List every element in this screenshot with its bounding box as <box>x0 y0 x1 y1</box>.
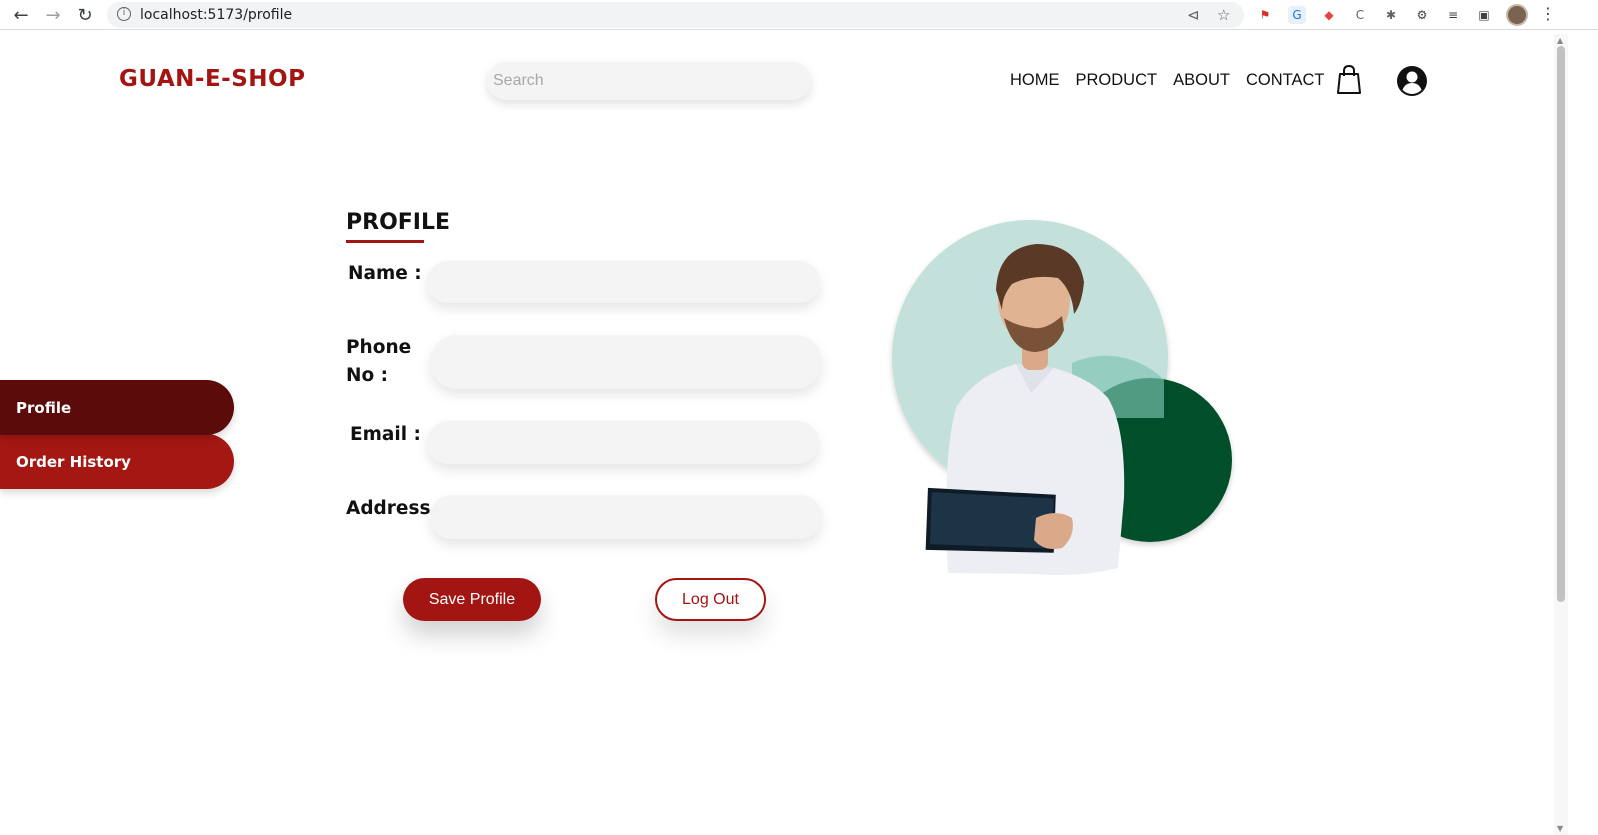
back-icon[interactable]: ← <box>9 3 33 27</box>
extension-bug-icon[interactable]: ✱ <box>1382 6 1400 24</box>
user-account-icon[interactable] <box>1396 65 1428 97</box>
page-scrollbar[interactable]: ▲ ▼ <box>1554 34 1568 835</box>
extension-c-icon[interactable]: C <box>1351 6 1369 24</box>
nav-home[interactable]: HOME <box>1010 71 1060 90</box>
star-icon[interactable]: ☆ <box>1217 6 1230 24</box>
address-label: Address <box>346 498 431 519</box>
address-field[interactable] <box>430 495 822 539</box>
side-panel-icon[interactable]: ▣ <box>1475 6 1493 24</box>
extension-badge-icon[interactable]: ◆ <box>1320 6 1338 24</box>
phone-label-line1: Phone <box>346 337 412 358</box>
nav-contact[interactable]: CONTACT <box>1246 71 1325 90</box>
share-icon[interactable]: ⊲ <box>1187 6 1200 24</box>
profile-illustration <box>892 220 1232 576</box>
page-title: PROFILE <box>346 210 451 235</box>
nav-about[interactable]: ABOUT <box>1173 71 1230 90</box>
extensions-puzzle-icon[interactable]: ⚙ <box>1413 6 1431 24</box>
name-field[interactable] <box>427 261 820 303</box>
main-nav: HOME PRODUCT ABOUT CONTACT <box>1010 71 1324 90</box>
reading-list-icon[interactable]: ≡ <box>1444 6 1462 24</box>
title-underline <box>346 240 424 243</box>
browser-toolbar: ← → ↻ i localhost:5173/profile ⊲ ☆ ⚑ G ◆… <box>0 0 1598 30</box>
shopping-bag-icon[interactable] <box>1336 65 1362 95</box>
search-input[interactable] <box>487 62 811 100</box>
forward-icon[interactable]: → <box>41 3 65 27</box>
sidebar-item-profile[interactable]: Profile <box>0 380 234 435</box>
phone-label: Phone No : <box>346 334 411 390</box>
extension-g-icon[interactable]: G <box>1288 6 1306 24</box>
sidebar-item-order-history[interactable]: Order History <box>0 434 234 489</box>
extension-megaphone-icon[interactable]: ⚑ <box>1256 6 1274 24</box>
scroll-down-arrow-icon[interactable]: ▼ <box>1557 824 1563 833</box>
nav-product[interactable]: PRODUCT <box>1076 71 1158 90</box>
browser-menu-icon[interactable]: ⋮ <box>1540 4 1556 23</box>
scroll-thumb[interactable] <box>1557 46 1565 602</box>
address-bar[interactable]: i localhost:5173/profile ⊲ ☆ <box>107 2 1244 28</box>
phone-field[interactable] <box>430 335 822 389</box>
logout-button[interactable]: Log Out <box>655 578 766 621</box>
site-logo[interactable]: GUAN-E-SHOP <box>119 66 305 92</box>
info-icon[interactable]: i <box>117 7 131 21</box>
url-text[interactable]: localhost:5173/profile <box>140 7 292 23</box>
phone-label-line2: No : <box>346 365 389 386</box>
browser-profile-avatar[interactable] <box>1506 4 1528 26</box>
reload-icon[interactable]: ↻ <box>73 3 97 27</box>
name-label: Name : <box>348 263 422 284</box>
email-label: Email : <box>350 424 421 445</box>
email-field[interactable] <box>427 421 819 464</box>
save-profile-button[interactable]: Save Profile <box>403 578 541 621</box>
scroll-up-arrow-icon[interactable]: ▲ <box>1557 36 1563 45</box>
